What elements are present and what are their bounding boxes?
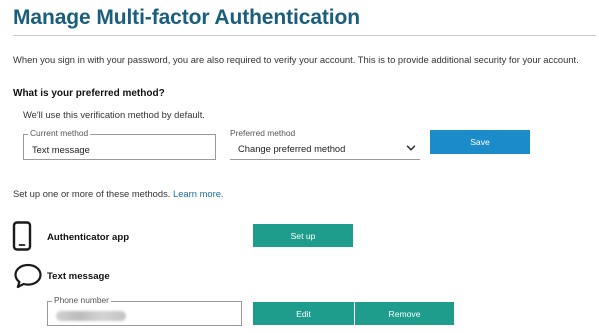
title-divider bbox=[13, 35, 596, 36]
phone-number-label: Phone number bbox=[52, 295, 111, 305]
edit-phone-button[interactable]: Edit bbox=[253, 302, 354, 325]
smartphone-icon bbox=[12, 221, 32, 251]
preferred-method-select[interactable]: Change preferred method bbox=[230, 138, 420, 160]
current-method-value: Text message bbox=[32, 144, 90, 155]
current-method-label: Current method bbox=[28, 128, 91, 138]
phone-number-value bbox=[56, 309, 126, 321]
intro-text: When you sign in with your password, you… bbox=[13, 54, 579, 65]
chat-bubble-icon bbox=[14, 263, 42, 289]
preferred-method-selected: Change preferred method bbox=[238, 143, 346, 154]
remove-phone-button[interactable]: Remove bbox=[355, 302, 454, 325]
learn-more-link[interactable]: Learn more. bbox=[173, 188, 224, 199]
chevron-down-icon bbox=[406, 145, 416, 151]
page-title: Manage Multi-factor Authentication bbox=[13, 6, 360, 29]
setup-methods-text: Set up one or more of these methods. Lea… bbox=[13, 188, 224, 199]
mfa-page: Manage Multi-factor Authentication When … bbox=[0, 0, 599, 333]
authenticator-app-title: Authenticator app bbox=[47, 232, 130, 243]
text-message-title: Text message bbox=[47, 271, 110, 282]
save-button[interactable]: Save bbox=[430, 130, 530, 154]
preferred-method-heading: What is your preferred method? bbox=[13, 88, 165, 99]
preferred-method-label: Preferred method bbox=[230, 128, 296, 138]
setup-methods-label: Set up one or more of these methods. bbox=[13, 188, 171, 199]
phone-number-field: Phone number bbox=[47, 295, 242, 326]
preferred-method-subtext: We'll use this verification method by de… bbox=[23, 109, 205, 120]
redacted-phone-number bbox=[56, 310, 126, 321]
authenticator-setup-button[interactable]: Set up bbox=[253, 224, 353, 247]
current-method-field: Current method Text message bbox=[23, 128, 216, 160]
